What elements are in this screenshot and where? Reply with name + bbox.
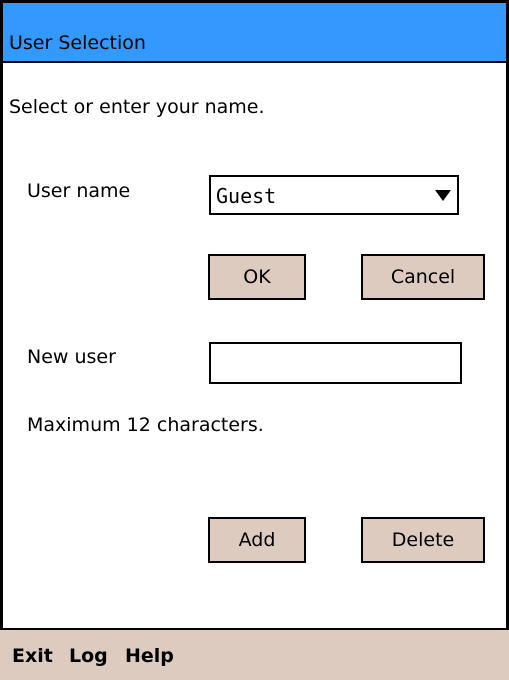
window-title: User Selection <box>9 32 146 54</box>
user-name-selected-value: Guest <box>216 184 277 208</box>
menu-item-exit[interactable]: Exit <box>12 645 53 667</box>
title-bar: User Selection <box>3 3 506 63</box>
max-characters-hint: Maximum 12 characters. <box>27 414 264 436</box>
ok-button[interactable]: OK <box>208 254 306 300</box>
new-user-label: New user <box>27 346 116 368</box>
dropdown-arrow-icon[interactable] <box>435 190 451 201</box>
user-name-dropdown[interactable]: Guest <box>209 175 459 215</box>
delete-button[interactable]: Delete <box>361 517 485 563</box>
menu-bar: Exit Log Help <box>0 628 509 680</box>
user-name-label: User name <box>27 180 131 202</box>
new-user-input[interactable] <box>209 342 462 384</box>
cancel-button[interactable]: Cancel <box>361 254 485 300</box>
instruction-text: Select or enter your name. <box>9 96 265 118</box>
menu-item-log[interactable]: Log <box>69 645 108 667</box>
menu-item-help[interactable]: Help <box>125 645 174 667</box>
add-button[interactable]: Add <box>208 517 306 563</box>
